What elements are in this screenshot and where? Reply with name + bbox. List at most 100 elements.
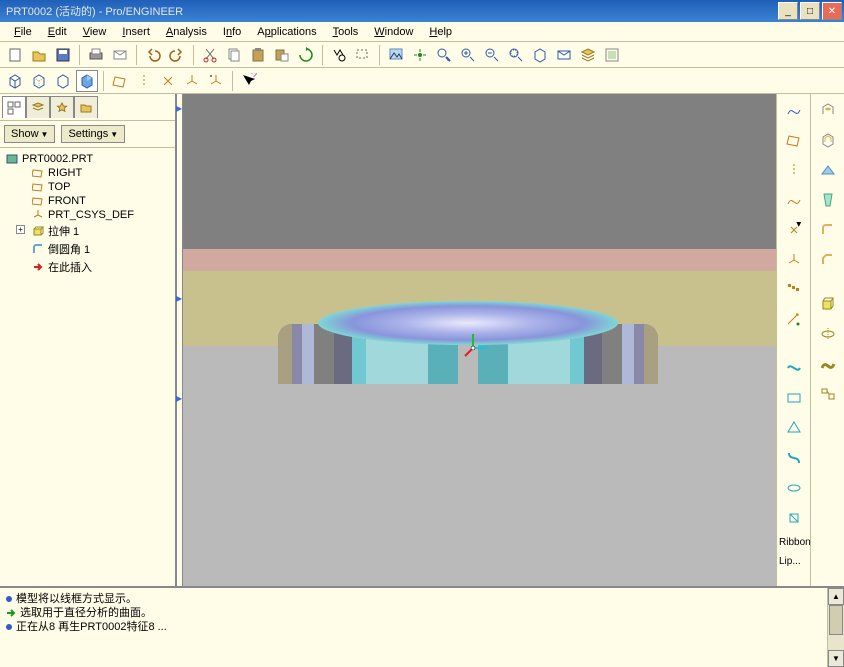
email-button[interactable] — [109, 44, 131, 66]
show-button[interactable]: Show▼ — [4, 125, 55, 143]
hole-button[interactable] — [815, 98, 841, 122]
menu-insert[interactable]: Insert — [114, 24, 158, 40]
scroll-down-button[interactable]: ▼ — [828, 650, 844, 667]
tree-item-round[interactable]: 倒圆角 1 — [2, 240, 173, 258]
datum-planes-button[interactable] — [109, 70, 131, 92]
tree-item-right[interactable]: RIGHT — [2, 166, 173, 180]
regenerate-button[interactable] — [295, 44, 317, 66]
datum-plane-button[interactable] — [781, 128, 807, 152]
repaint-button[interactable] — [385, 44, 407, 66]
revolve-button[interactable] — [815, 322, 841, 346]
extrude-button[interactable] — [815, 292, 841, 316]
menu-applications[interactable]: Applications — [249, 24, 324, 40]
cut-button[interactable] — [199, 44, 221, 66]
chamfer-button[interactable] — [815, 248, 841, 272]
menu-help[interactable]: Help — [421, 24, 460, 40]
datum-csys-button[interactable] — [781, 248, 807, 272]
shaded-display-button[interactable] — [76, 70, 98, 92]
spin-center-button[interactable] — [409, 44, 431, 66]
datum-plane-icon — [32, 181, 44, 193]
restyle-button[interactable] — [781, 386, 807, 410]
new-button[interactable] — [4, 44, 26, 66]
tree-item-front[interactable]: FRONT — [2, 194, 173, 208]
tab-model-tree[interactable] — [2, 96, 26, 118]
wrap-button[interactable] — [781, 476, 807, 500]
saved-views-button[interactable] — [553, 44, 575, 66]
shell-button[interactable] — [815, 128, 841, 152]
paste-button[interactable] — [247, 44, 269, 66]
tree-item-top[interactable]: TOP — [2, 180, 173, 194]
tree-item-insert-here[interactable]: 在此插入 — [2, 258, 173, 276]
warp-button[interactable] — [781, 446, 807, 470]
wireframe-display-button[interactable] — [4, 70, 26, 92]
undo-button[interactable] — [142, 44, 164, 66]
menu-file[interactable]: File — [6, 24, 40, 40]
save-button[interactable] — [52, 44, 74, 66]
menu-window[interactable]: Window — [366, 24, 421, 40]
zoom-out-button[interactable] — [481, 44, 503, 66]
draft-button[interactable] — [815, 188, 841, 212]
rib-button[interactable] — [815, 158, 841, 182]
analysis-feat-button[interactable] — [781, 278, 807, 302]
redo-button[interactable] — [166, 44, 188, 66]
style-button[interactable] — [781, 356, 807, 380]
refit-button[interactable] — [505, 44, 527, 66]
menu-tools[interactable]: Tools — [325, 24, 367, 40]
menu-edit[interactable]: Edit — [40, 24, 75, 40]
sketch-curve-button[interactable] — [781, 98, 807, 122]
paste-special-button[interactable] — [271, 44, 293, 66]
no-hidden-display-button[interactable] — [52, 70, 74, 92]
model-tree[interactable]: PRT0002.PRT RIGHT TOP FRONT PRT_CSYS_DEF… — [0, 147, 175, 586]
toolbar-display: ? — [0, 68, 844, 94]
datum-axes-button[interactable] — [133, 70, 155, 92]
lip-label[interactable]: Lip... — [777, 555, 810, 568]
settings-button[interactable]: Settings▼ — [61, 125, 125, 143]
sweep-button[interactable] — [815, 352, 841, 376]
menu-analysis[interactable]: Analysis — [158, 24, 215, 40]
facet-button[interactable] — [781, 416, 807, 440]
graphics-area[interactable] — [183, 94, 776, 586]
tab-favorites[interactable] — [50, 96, 74, 118]
csys-triad-button[interactable] — [205, 70, 227, 92]
scroll-up-button[interactable]: ▲ — [828, 588, 844, 605]
datum-axis-button[interactable] — [781, 158, 807, 182]
datum-points-button[interactable] — [157, 70, 179, 92]
csys-display-button[interactable] — [181, 70, 203, 92]
tree-item-csys[interactable]: PRT_CSYS_DEF — [2, 208, 173, 222]
maximize-button[interactable]: □ — [800, 2, 820, 20]
reorient-button[interactable] — [529, 44, 551, 66]
blend-button[interactable] — [815, 382, 841, 406]
whats-this-button[interactable]: ? — [238, 70, 260, 92]
independent-geom-button[interactable] — [781, 506, 807, 530]
layers-button[interactable] — [577, 44, 599, 66]
close-button[interactable]: ✕ — [822, 2, 842, 20]
tree-item-extrude[interactable]: + 拉伸 1 — [2, 222, 173, 240]
find-button[interactable] — [328, 44, 350, 66]
tree-label: 倒圆角 1 — [48, 241, 90, 257]
datum-curve-button[interactable] — [781, 188, 807, 212]
separator — [136, 45, 137, 65]
status-scrollbar[interactable]: ▲ ▼ — [827, 588, 844, 667]
copy-button[interactable] — [223, 44, 245, 66]
open-button[interactable] — [28, 44, 50, 66]
bullet-icon — [6, 596, 12, 602]
menu-view[interactable]: View — [75, 24, 115, 40]
tab-folder[interactable] — [74, 96, 98, 118]
expand-icon[interactable]: + — [16, 225, 25, 234]
datum-plane-icon — [32, 195, 44, 207]
view-manager-button[interactable] — [601, 44, 623, 66]
part-icon — [6, 153, 18, 165]
select-button[interactable] — [352, 44, 374, 66]
tab-layers[interactable] — [26, 96, 50, 118]
orient-button[interactable] — [433, 44, 455, 66]
minimize-button[interactable]: _ — [778, 2, 798, 20]
ribbon-label[interactable]: Ribbon... — [777, 536, 810, 549]
tree-root[interactable]: PRT0002.PRT — [2, 152, 173, 166]
hidden-line-display-button[interactable] — [28, 70, 50, 92]
print-button[interactable] — [85, 44, 107, 66]
round-button[interactable] — [815, 218, 841, 242]
zoom-in-button[interactable] — [457, 44, 479, 66]
menu-info[interactable]: Info — [215, 24, 249, 40]
sketch-button[interactable] — [781, 308, 807, 332]
datum-point-button[interactable]: ▾ — [781, 218, 807, 242]
